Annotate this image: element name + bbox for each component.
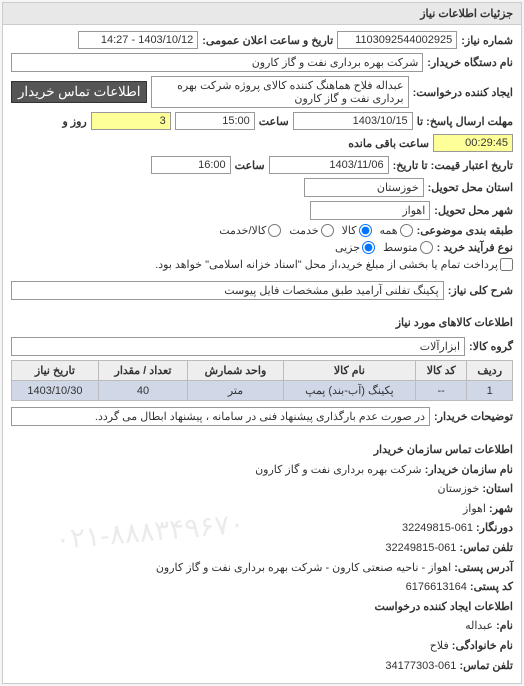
need-no-label: شماره نیاز: xyxy=(461,34,513,47)
radio-goods[interactable] xyxy=(359,224,372,237)
radio-medium[interactable] xyxy=(420,241,433,254)
contact-title: اطلاعات تماس سازمان خریدار xyxy=(374,444,513,456)
c-name-label: نام: xyxy=(496,620,513,632)
validity-label: تاریخ اعتبار قیمت: تا تاریخ: xyxy=(393,159,513,172)
col-date: تاریخ نیاز xyxy=(12,361,99,381)
table-row[interactable]: 1 -- پکینگ (آب-بند) پمپ متر 40 1403/10/3… xyxy=(12,381,513,401)
announce-label: تاریخ و ساعت اعلان عمومی: xyxy=(202,34,333,47)
cell-qty: 40 xyxy=(98,381,187,401)
radio-minor-label: جزیی xyxy=(335,241,360,254)
buyer-org-field: شرکت بهره برداری نفت و گاز کارون xyxy=(11,53,423,72)
goods-group-label: گروه کالا: xyxy=(469,340,513,353)
col-name: نام کالا xyxy=(283,361,415,381)
subject-group-label: طبقه بندی موضوعی: xyxy=(417,224,513,237)
days-left-field: 3 xyxy=(91,112,171,130)
c-postal: 6176613164 xyxy=(406,581,467,593)
radio-all-label: همه xyxy=(380,224,398,237)
cell-name: پکینگ (آب-بند) پمپ xyxy=(283,381,415,401)
radio-minor[interactable] xyxy=(362,241,375,254)
requester-field: عبداله فلاح هماهنگ کننده کالای پروژه شرک… xyxy=(151,76,408,108)
announce-field: 1403/10/12 - 14:27 xyxy=(78,31,198,49)
radio-goods-label: کالا xyxy=(342,224,357,237)
day-label: روز و xyxy=(62,115,86,128)
c-name: عبداله xyxy=(465,620,493,632)
c-city: اهواز xyxy=(463,503,486,515)
c-province-label: استان: xyxy=(482,483,513,495)
requester-label: ایجاد کننده درخواست: xyxy=(413,86,513,99)
remain-label: ساعت باقی مانده xyxy=(348,137,429,150)
subject-radio-group: همه کالا خدمت کالا/خدمت xyxy=(219,224,412,237)
c-fax-label: دورنگار: xyxy=(476,522,513,534)
c-address: اهواز - ناحیه صنعتی کارون - شرکت بهره بر… xyxy=(156,562,451,574)
validity-date-field: 1403/11/06 xyxy=(269,156,389,174)
contact-info-button[interactable]: اطلاعات تماس خریدار xyxy=(11,81,147,103)
purchase-type-label: نوع فرآیند خرید : xyxy=(437,241,513,254)
c-city-label: شهر: xyxy=(489,503,513,515)
c-phone-label: تلفن تماس: xyxy=(459,542,513,554)
c-phone2-label: تلفن تماس: xyxy=(459,660,513,672)
col-code: کد کالا xyxy=(415,361,466,381)
goods-table: ردیف کد کالا نام کالا واحد شمارش تعداد /… xyxy=(11,360,513,401)
col-unit: واحد شمارش xyxy=(188,361,284,381)
radio-service[interactable] xyxy=(321,224,334,237)
c-req-title: اطلاعات ایجاد کننده درخواست xyxy=(375,601,513,613)
goods-section-title: اطلاعات کالاهای مورد نیاز xyxy=(3,310,521,331)
cell-code: -- xyxy=(415,381,466,401)
c-lastname: فلاح xyxy=(430,640,449,652)
remarks-field: در صورت عدم بارگذاری پیشنهاد فنی در ساما… xyxy=(11,407,430,426)
reply-deadline-label: مهلت ارسال پاسخ: تا xyxy=(417,115,513,128)
cell-unit: متر xyxy=(188,381,284,401)
panel-title: جزئیات اطلاعات نیاز xyxy=(3,3,521,25)
c-province: خوزستان xyxy=(437,483,479,495)
spec-field: پکینگ تفلنی آرامید طبق مشخصات فایل پیوست xyxy=(11,281,444,300)
province-label: استان محل تحویل: xyxy=(428,181,513,194)
city-field: اهواز xyxy=(310,201,430,220)
hour-label-1: ساعت xyxy=(259,115,289,128)
cell-date: 1403/10/30 xyxy=(12,381,99,401)
city-label: شهر محل تحویل: xyxy=(434,204,513,217)
validity-time-field: 16:00 xyxy=(151,156,231,174)
treasury-checkbox[interactable] xyxy=(500,258,513,271)
goods-group-field: ابزارآلات xyxy=(11,337,465,356)
remain-time-field: 00:29:45 xyxy=(433,134,513,152)
reply-date-field: 1403/10/15 xyxy=(293,112,413,130)
c-lastname-label: نام خانوادگی: xyxy=(452,640,513,652)
buyer-org-label: نام دستگاه خریدار: xyxy=(427,56,513,69)
purchase-note: پرداخت تمام یا بخشی از مبلغ خرید،از محل … xyxy=(155,258,498,271)
radio-all[interactable] xyxy=(400,224,413,237)
radio-goods-service[interactable] xyxy=(268,224,281,237)
remarks-label: توضیحات خریدار: xyxy=(434,410,513,423)
cell-idx: 1 xyxy=(467,381,513,401)
spec-label: شرح کلی نیاز: xyxy=(448,284,513,297)
radio-medium-label: متوسط xyxy=(383,241,418,254)
hour-label-2: ساعت xyxy=(235,159,265,172)
contact-block: ۰۲۱-۸۸۸۳۴۹۶۷۰ اطلاعات تماس سازمان خریدار… xyxy=(3,436,521,683)
purchase-radio-group: متوسط جزیی xyxy=(335,241,433,254)
radio-goods-service-label: کالا/خدمت xyxy=(219,224,266,237)
reply-time-field: 15:00 xyxy=(175,112,255,130)
c-org: شرکت بهره برداری نفت و گاز کارون xyxy=(255,464,422,476)
col-qty: تعداد / مقدار xyxy=(98,361,187,381)
radio-service-label: خدمت xyxy=(289,224,318,237)
c-phone2: 061-34177303 xyxy=(385,660,456,672)
c-fax: 061-32249815 xyxy=(402,522,473,534)
need-no-field: 1103092544002925 xyxy=(337,31,457,49)
c-postal-label: کد پستی: xyxy=(470,581,513,593)
province-field: خوزستان xyxy=(304,178,424,197)
c-org-label: نام سازمان خریدار: xyxy=(425,464,513,476)
col-idx: ردیف xyxy=(467,361,513,381)
c-phone: 061-32249815 xyxy=(385,542,456,554)
c-address-label: آدرس پستی: xyxy=(454,562,513,574)
